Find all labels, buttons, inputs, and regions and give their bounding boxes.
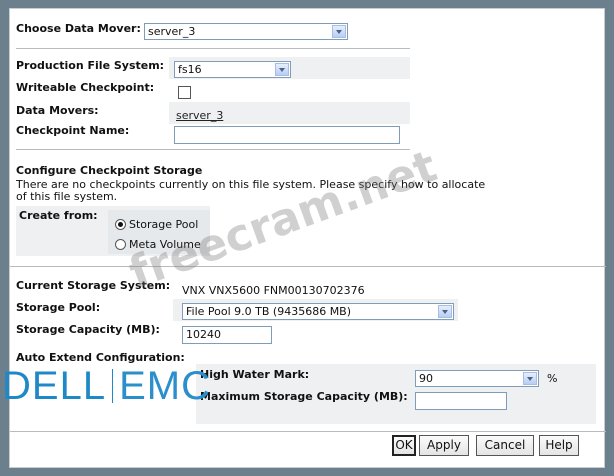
max-capacity-label: Maximum Storage Capacity (MB): [200,390,408,403]
storage-pool-option-label: Storage Pool [129,218,199,231]
divider [16,149,410,150]
divider [10,431,606,432]
writeable-label: Writeable Checkpoint: [16,81,155,94]
create-from-label: Create from: [19,209,98,222]
storage-capacity-label: Storage Capacity (MB): [16,323,160,336]
data-mover-value: server_3 [148,25,196,38]
pfs-value: fs16 [178,63,202,76]
storage-capacity-input[interactable]: 10240 [182,326,272,344]
create-checkpoint-dialog: Choose Data Mover: server_3 Production F… [9,8,606,468]
chevron-down-icon[interactable] [275,63,289,76]
divider [10,266,606,267]
storage-pool-label: Storage Pool: [16,301,101,314]
hwm-unit: % [547,372,558,385]
meta-volume-option-label: Meta Volume [129,238,201,251]
storage-pool-value: File Pool 9.0 TB (9435686 MB) [186,305,352,318]
storage-pool-radio[interactable] [115,219,126,230]
data-movers-value[interactable]: server_3 [176,109,223,122]
max-capacity-input[interactable] [415,392,507,410]
storage-system-label: Current Storage System: [16,279,171,292]
hwm-value: 90 [419,372,433,385]
data-movers-label: Data Movers: [16,104,99,117]
help-button[interactable]: Help [539,435,579,456]
data-mover-label: Choose Data Mover: [16,22,141,35]
meta-volume-radio[interactable] [115,239,126,250]
divider [16,48,410,49]
storage-config-note-line2: of this file system. [16,190,118,203]
hwm-select[interactable]: 90 [415,370,539,387]
chevron-down-icon[interactable] [332,25,346,38]
pfs-select[interactable]: fs16 [174,61,291,78]
storage-system-value: VNX VNX5600 FNM00130702376 [182,284,365,297]
apply-button[interactable]: Apply [419,435,469,456]
writeable-checkbox[interactable] [178,86,191,99]
ok-button[interactable]: OK [392,435,416,456]
storage-config-heading: Configure Checkpoint Storage [16,164,203,177]
pfs-label: Production File System: [16,59,165,72]
chevron-down-icon[interactable] [523,372,537,385]
chevron-down-icon[interactable] [438,305,452,318]
data-mover-select[interactable]: server_3 [144,23,348,40]
hwm-label: High Water Mark: [200,368,310,381]
checkpoint-name-label: Checkpoint Name: [16,124,130,137]
auto-extend-label: Auto Extend Configuration: [16,351,185,364]
cancel-button[interactable]: Cancel [476,435,534,456]
checkpoint-name-input[interactable] [174,126,400,144]
storage-pool-select[interactable]: File Pool 9.0 TB (9435686 MB) [182,303,454,320]
